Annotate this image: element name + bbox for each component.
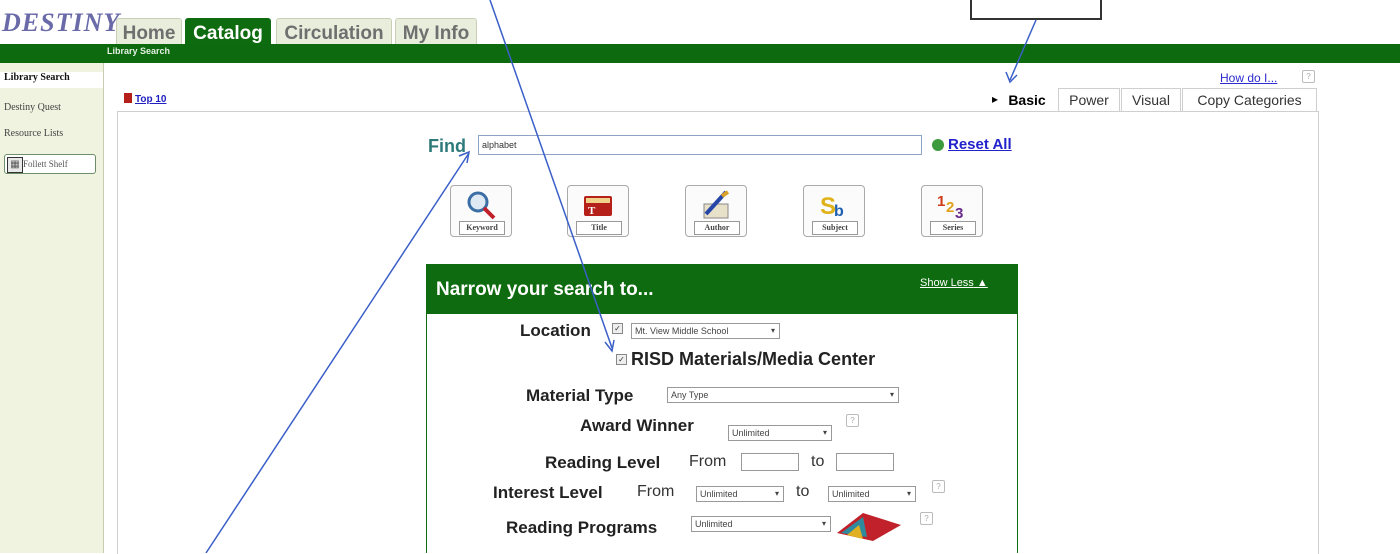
sidebar-item-resource-lists[interactable]: Resource Lists	[0, 128, 107, 139]
reading-level-from-input[interactable]	[741, 453, 799, 471]
find-input[interactable]	[478, 135, 922, 155]
reading-programs-label: Reading Programs	[506, 518, 658, 537]
interest-level-label: Interest Level	[493, 483, 603, 502]
sidebar-item-destiny-quest[interactable]: Destiny Quest	[0, 102, 107, 113]
shelf-icon: ▦	[7, 157, 23, 173]
title-search-button[interactable]: T Title	[567, 185, 629, 237]
interest-help-icon[interactable]: ?	[932, 480, 945, 493]
series-numbers-icon: 123	[936, 190, 968, 222]
tab-copy-categories[interactable]: Copy Categories	[1182, 88, 1317, 111]
keyword-search-button[interactable]: Keyword	[450, 185, 512, 237]
svg-text:3: 3	[955, 205, 963, 220]
tab-home[interactable]: Home	[116, 18, 182, 46]
annotation-arrowhead-basic	[1005, 71, 1018, 84]
award-winner-select[interactable]: Unlimited ▾	[728, 425, 832, 441]
show-less-link[interactable]: Show Less ▲	[920, 277, 988, 289]
series-search-button[interactable]: 123 Series	[921, 185, 983, 237]
top10-link[interactable]: Top 10	[124, 93, 166, 105]
award-winner-label: Award Winner	[580, 416, 694, 435]
top10-book-icon	[124, 93, 132, 103]
reading-level-to-label: to	[811, 453, 825, 470]
interest-level-to-label: to	[796, 483, 810, 500]
callout-box-outline	[970, 0, 1102, 20]
subnav-library-search[interactable]: Library Search	[107, 46, 170, 56]
reset-all-link[interactable]: Reset All	[932, 136, 1012, 153]
tab-circulation[interactable]: Circulation	[276, 18, 392, 46]
material-type-label: Material Type	[526, 386, 634, 405]
follett-shelf-label: Follett Shelf	[23, 159, 68, 169]
help-icon[interactable]: ?	[1302, 70, 1315, 83]
location-label: Location	[520, 321, 591, 340]
find-label: Find	[428, 136, 466, 156]
sidebar-item-library-search[interactable]: Library Search	[0, 72, 103, 88]
tab-catalog[interactable]: Catalog	[185, 18, 271, 46]
award-help-icon[interactable]: ?	[846, 414, 859, 427]
svg-text:1: 1	[937, 193, 945, 210]
destiny-logo: DESTINY	[0, 0, 119, 44]
location-checkbox[interactable]: ✓	[612, 323, 623, 334]
material-type-select[interactable]: Any Type ▾	[667, 387, 899, 403]
tab-basic[interactable]: Basic	[998, 88, 1056, 111]
programs-help-icon[interactable]: ?	[920, 512, 933, 525]
book-title-icon: T	[582, 190, 614, 220]
how-do-i-link[interactable]: How do I...	[1220, 71, 1277, 85]
svg-text:T: T	[588, 205, 596, 217]
follett-shelf-button[interactable]: ▦ Follett Shelf	[4, 154, 96, 174]
tab-visual[interactable]: Visual	[1121, 88, 1181, 111]
interest-level-from-select[interactable]: Unlimited ▾	[696, 486, 784, 502]
interest-level-from-label: From	[637, 483, 675, 500]
reading-programs-books-icon	[833, 503, 905, 543]
subnav-bar: Library Search	[0, 44, 1400, 63]
risd-label: RISD Materials/Media Center	[631, 349, 876, 369]
reading-level-from-label: From	[689, 453, 727, 470]
author-search-button[interactable]: Author	[685, 185, 747, 237]
tab-power[interactable]: Power	[1058, 88, 1120, 111]
pen-author-icon	[700, 190, 732, 220]
magnifier-icon	[465, 190, 497, 220]
reading-programs-select[interactable]: Unlimited ▾	[691, 516, 831, 532]
svg-text:2: 2	[946, 199, 954, 216]
risd-checkbox[interactable]: ✓	[616, 354, 627, 365]
reset-icon	[932, 138, 944, 151]
subject-letters-icon: Sb	[818, 190, 850, 220]
interest-level-to-select[interactable]: Unlimited ▾	[828, 486, 916, 502]
reading-level-to-input[interactable]	[836, 453, 894, 471]
subject-search-button[interactable]: Sb Subject	[803, 185, 865, 237]
svg-text:b: b	[834, 203, 844, 220]
tab-my-info[interactable]: My Info	[395, 18, 477, 46]
reading-level-label: Reading Level	[545, 453, 661, 472]
narrow-search-title: Narrow your search to...	[436, 279, 654, 300]
location-select[interactable]: Mt. View Middle School ▾	[631, 323, 780, 339]
